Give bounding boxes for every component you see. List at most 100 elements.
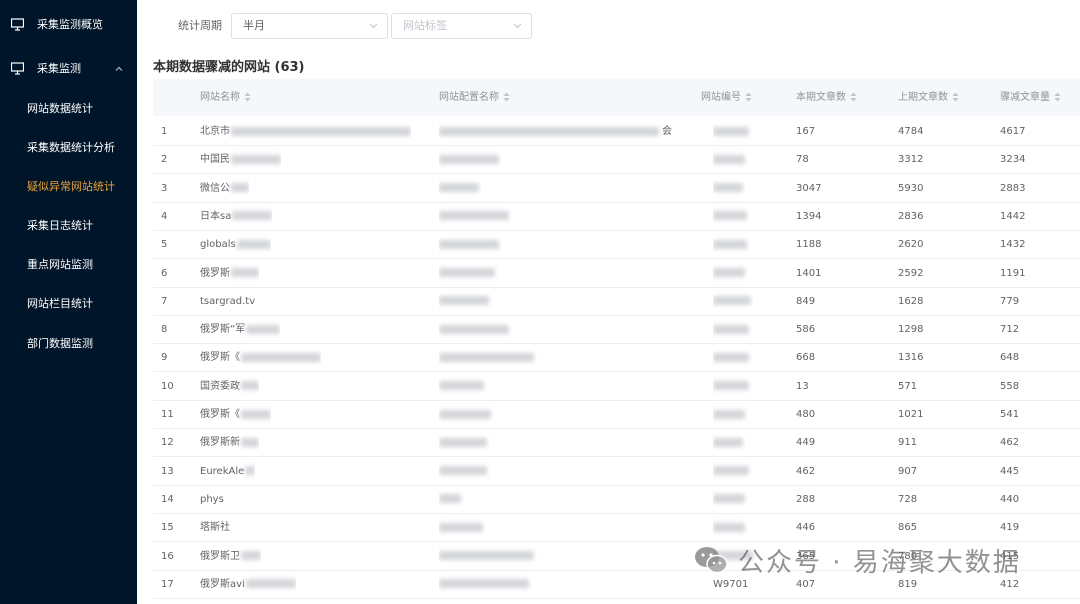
cell-config <box>439 543 537 571</box>
period-label: 统计周期 <box>178 19 222 32</box>
sidebar-item-site-stats[interactable]: 网站数据统计 <box>0 96 137 122</box>
period-select[interactable]: 半月 <box>231 13 388 39</box>
cell-idx-text: 9 <box>161 352 168 364</box>
cell-previous-text: 907 <box>898 465 918 477</box>
cell-drop: 779 <box>1000 288 1019 316</box>
col-header-current[interactable]: 本期文章数 <box>796 79 857 116</box>
cell-idx: 14 <box>161 486 174 514</box>
table-row[interactable]: 13 EurekAle 462 907 445 <box>153 458 1080 486</box>
redacted-text <box>439 522 483 532</box>
table-row[interactable]: 7 tsargrad.tv 849 1628 779 <box>153 288 1080 316</box>
cell-previous: 865 <box>898 514 917 542</box>
table-row[interactable]: 3 微信公 3047 5930 2883 <box>153 175 1080 203</box>
cell-name-text: 塔斯社 <box>200 522 230 534</box>
sidebar-item-dept-monitor[interactable]: 部门数据监测 <box>0 331 137 357</box>
sidebar-item-log-stats[interactable]: 采集日志统计 <box>0 213 137 239</box>
cell-idx-text: 16 <box>161 550 174 562</box>
cell-name-text: EurekAle <box>200 465 245 477</box>
sidebar-item-overview[interactable]: 采集监测概览 <box>0 10 137 40</box>
table-row[interactable]: 9 俄罗斯《 668 1316 648 <box>153 344 1080 373</box>
redacted-text <box>713 352 749 362</box>
cell-idx: 1 <box>161 118 167 146</box>
cell-config <box>439 514 486 542</box>
cell-idx-text: 12 <box>161 437 174 449</box>
cell-drop: 2883 <box>1000 175 1025 203</box>
table-row[interactable]: 4 日本sa 1394 2836 1442 <box>153 203 1080 231</box>
table-row[interactable]: 1 北京市 会 167 4784 4617 <box>153 118 1080 146</box>
col-header-previous[interactable]: 上期文章数 <box>898 79 959 116</box>
cell-idx-text: 10 <box>161 380 174 392</box>
redacted-text <box>231 268 259 277</box>
site-tag-select[interactable]: 网站标签 <box>391 13 532 39</box>
cell-idx: 2 <box>161 146 167 174</box>
sidebar-group-collection[interactable]: 采集监测 <box>0 54 137 84</box>
sort-icon <box>503 92 510 102</box>
sidebar-item-abnormal-sites[interactable]: 疑似异常网站统计 <box>0 174 137 200</box>
cell-config <box>439 571 532 599</box>
cell-drop: 1442 <box>1000 203 1025 231</box>
cell-config <box>439 458 490 486</box>
table-row[interactable]: 2 中国民 78 3312 3234 <box>153 146 1080 175</box>
table-row[interactable]: 6 俄罗斯 1401 2592 1191 <box>153 260 1080 288</box>
cell-code <box>713 458 752 486</box>
col-header-config-name[interactable]: 网站配置名称 <box>439 79 510 116</box>
redacted-text <box>713 381 749 391</box>
redacted-text <box>241 437 259 447</box>
cell-config <box>439 231 502 259</box>
cell-drop-text: 648 <box>1000 352 1020 364</box>
table-row[interactable]: 15 塔斯社 446 865 419 <box>153 514 1080 543</box>
col-header-drop[interactable]: 骤减文章量 <box>1000 79 1061 116</box>
cell-current: 288 <box>796 486 815 514</box>
cell-current-text: 462 <box>796 465 816 477</box>
cell-previous-text: 2836 <box>898 210 924 222</box>
redacted-text <box>713 211 747 221</box>
sort-icon <box>850 92 857 102</box>
cell-previous-text: 3312 <box>898 154 924 166</box>
cell-idx: 8 <box>161 316 167 344</box>
cell-previous: 1298 <box>898 316 923 344</box>
table-row[interactable]: 10 国资委政 13 571 558 <box>153 373 1080 401</box>
table-row[interactable]: 14 phys 288 728 440 <box>153 486 1080 514</box>
cell-name: tsargrad.tv <box>200 288 255 316</box>
cell-idx-text: 14 <box>161 493 174 505</box>
cell-current-text: 78 <box>796 154 809 166</box>
cell-idx: 11 <box>161 401 174 429</box>
cell-current: 480 <box>796 401 815 429</box>
sidebar-group-label: 采集监测 <box>37 62 81 75</box>
watermark: 公众号 · 易海聚大数据 <box>694 540 1021 580</box>
redacted-text <box>713 268 745 277</box>
cell-name-text: 俄罗斯 <box>200 267 230 279</box>
cell-name-text: 俄罗斯卫 <box>200 550 240 562</box>
cell-previous: 2836 <box>898 203 923 231</box>
table-row[interactable]: 12 俄罗斯新 449 911 462 <box>153 429 1080 458</box>
cell-config <box>439 401 494 429</box>
table-row[interactable]: 5 globals 1188 2620 1432 <box>153 231 1080 260</box>
monitor-icon <box>11 18 24 31</box>
sidebar: 采集监测概览 采集监测 网站数据统计 采集数据统计分析 疑似异常网站统计 采集日… <box>0 0 137 604</box>
table-row[interactable]: 8 俄罗斯“军 586 1298 712 <box>153 316 1080 345</box>
cell-drop: 4617 <box>1000 118 1025 146</box>
cell-drop: 541 <box>1000 401 1019 429</box>
redacted-text <box>439 324 509 334</box>
cell-code <box>713 316 752 344</box>
redacted-text <box>439 296 489 306</box>
table-row[interactable]: 11 俄罗斯《 480 1021 541 <box>153 401 1080 429</box>
redacted-text <box>713 437 743 447</box>
cell-drop-text: 4617 <box>1000 126 1026 137</box>
cell-drop-text: 3234 <box>1000 154 1026 166</box>
cell-current: 849 <box>796 288 815 316</box>
cell-config <box>439 373 487 401</box>
col-header-site-name[interactable]: 网站名称 <box>200 79 251 116</box>
sidebar-item-column-stats[interactable]: 网站栏目统计 <box>0 291 137 317</box>
cell-code <box>713 203 750 231</box>
cell-drop-text: 712 <box>1000 324 1020 336</box>
cell-config <box>439 344 537 372</box>
cell-code <box>713 118 752 146</box>
cell-name: 俄罗斯“军 <box>200 316 281 344</box>
cell-previous-text: 865 <box>898 522 918 534</box>
col-header-site-code[interactable]: 网站编号 <box>701 79 752 116</box>
cell-config <box>439 203 512 231</box>
sidebar-item-key-sites[interactable]: 重点网站监测 <box>0 252 137 278</box>
sidebar-item-collection-analysis[interactable]: 采集数据统计分析 <box>0 135 137 161</box>
cell-name-text: 中国民 <box>200 154 230 166</box>
